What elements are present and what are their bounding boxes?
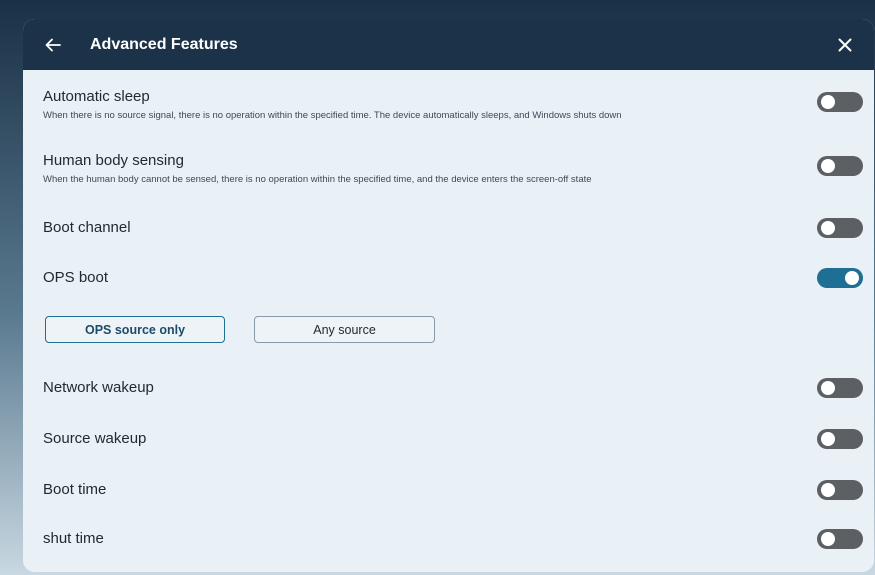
dialog-title: Advanced Features (90, 35, 238, 53)
toggle-knob (821, 159, 835, 173)
setting-description: When the human body cannot be sensed, th… (43, 174, 592, 185)
boot-channel-toggle[interactable] (817, 218, 863, 238)
setting-automatic-sleep: Automatic sleep When there is no source … (43, 88, 863, 122)
setting-description: When there is no source signal, there is… (43, 110, 622, 121)
automatic-sleep-toggle[interactable] (817, 92, 863, 112)
arrow-left-icon (45, 38, 61, 51)
setting-title: Source wakeup (43, 430, 147, 447)
setting-ops-boot: OPS boot (43, 268, 863, 288)
setting-boot-time: Boot time (43, 480, 863, 500)
setting-title: Network wakeup (43, 379, 154, 396)
toggle-knob (821, 532, 835, 546)
back-button[interactable] (38, 30, 68, 60)
human-body-sensing-toggle[interactable] (817, 156, 863, 176)
shut-time-toggle[interactable] (817, 529, 863, 549)
setting-title: Boot channel (43, 219, 131, 236)
setting-source-wakeup: Source wakeup (43, 429, 863, 449)
setting-shut-time: shut time (43, 529, 863, 549)
setting-boot-channel: Boot channel (43, 218, 863, 238)
settings-list: Automatic sleep When there is no source … (23, 70, 874, 572)
dialog-header: Advanced Features (23, 19, 874, 70)
network-wakeup-toggle[interactable] (817, 378, 863, 398)
source-wakeup-toggle[interactable] (817, 429, 863, 449)
setting-title: Automatic sleep (43, 88, 150, 105)
setting-human-body-sensing: Human body sensing When the human body c… (43, 152, 863, 186)
setting-title: Boot time (43, 481, 107, 498)
boot-time-toggle[interactable] (817, 480, 863, 500)
setting-title: Human body sensing (43, 152, 184, 169)
toggle-knob (821, 483, 835, 497)
setting-title: shut time (43, 530, 104, 547)
setting-title: OPS boot (43, 269, 109, 286)
advanced-features-dialog: Advanced Features Automatic sleep When t… (23, 19, 874, 572)
toggle-knob (821, 432, 835, 446)
setting-network-wakeup: Network wakeup (43, 378, 863, 398)
ops-source-only-button[interactable]: OPS source only (45, 316, 225, 343)
any-source-button[interactable]: Any source (254, 316, 435, 343)
toggle-knob (821, 381, 835, 395)
toggle-knob (845, 271, 859, 285)
toggle-knob (821, 221, 835, 235)
close-icon (838, 38, 852, 52)
close-button[interactable] (830, 30, 860, 60)
ops-boot-toggle[interactable] (817, 268, 863, 288)
toggle-knob (821, 95, 835, 109)
